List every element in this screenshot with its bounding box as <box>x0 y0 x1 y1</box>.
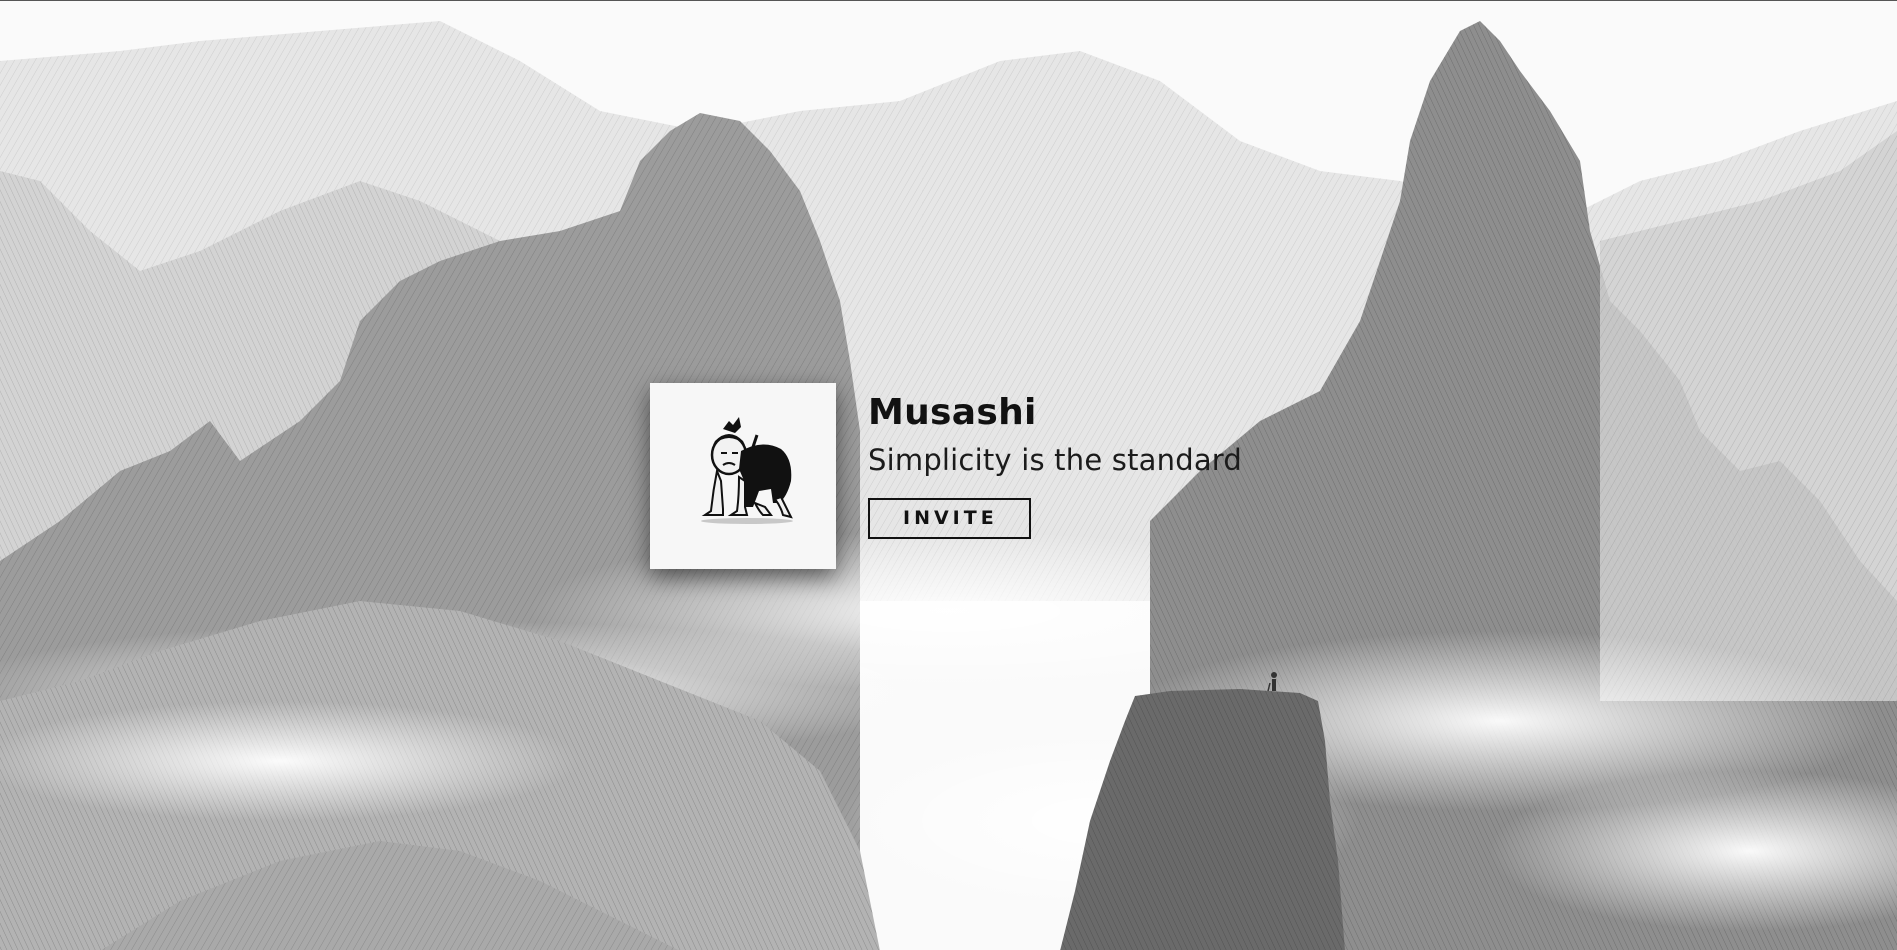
profile-name: Musashi <box>868 392 1037 433</box>
page: Musashi Simplicity is the standard INVIT… <box>0 0 1897 950</box>
profile-info: Musashi Simplicity is the standard INVIT… <box>868 392 1243 540</box>
invite-button[interactable]: INVITE <box>868 498 1031 540</box>
profile-card: Musashi Simplicity is the standard INVIT… <box>650 383 1242 569</box>
profile-avatar <box>650 383 836 569</box>
profile-tagline: Simplicity is the standard <box>868 442 1243 477</box>
samurai-avatar-icon <box>701 417 793 524</box>
